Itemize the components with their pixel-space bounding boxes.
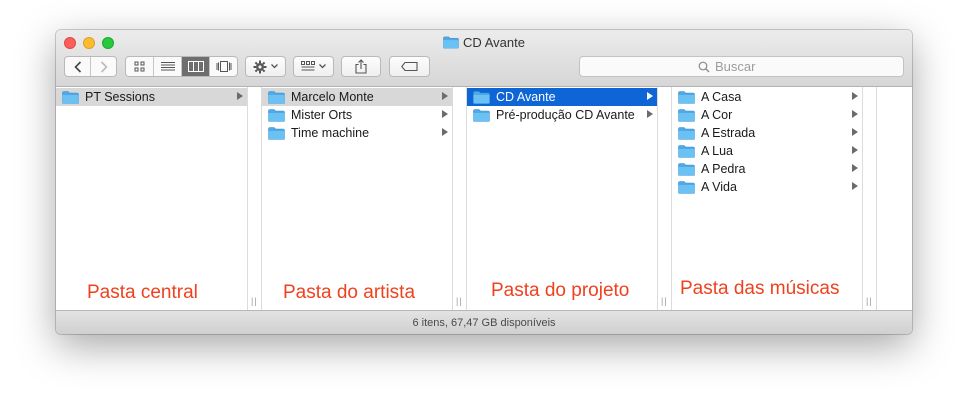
- folder-icon: [678, 163, 695, 176]
- search-input[interactable]: [715, 59, 785, 74]
- column-3: CD Avante Pré-produção CD Avante Pasta d…: [467, 87, 658, 310]
- column-browser: PT Sessions Pasta central || Marcelo Mon…: [56, 87, 912, 310]
- list-item-selected[interactable]: CD Avante: [467, 88, 657, 106]
- list-item[interactable]: Time machine: [262, 124, 452, 142]
- column-caption: Pasta das músicas: [680, 278, 840, 299]
- list-item[interactable]: Pré-produção CD Avante: [467, 106, 657, 124]
- list-view-button[interactable]: [154, 57, 182, 76]
- list-item[interactable]: A Lua: [672, 142, 862, 160]
- disclosure-arrow-icon: [647, 92, 653, 100]
- folder-icon: [268, 127, 285, 140]
- column-resize-handle[interactable]: ||: [248, 87, 262, 310]
- list-item[interactable]: Marcelo Monte: [262, 88, 452, 106]
- list-item[interactable]: A Estrada: [672, 124, 862, 142]
- window-title: CD Avante: [56, 35, 912, 51]
- forward-chevron-icon: [100, 60, 108, 73]
- resize-grip-icon: ||: [866, 296, 873, 306]
- list-item[interactable]: Mister Orts: [262, 106, 452, 124]
- disclosure-arrow-icon: [647, 110, 653, 118]
- search-field[interactable]: [579, 56, 904, 77]
- folder-icon: [268, 109, 285, 122]
- column-1: PT Sessions Pasta central: [56, 87, 248, 310]
- folder-icon: [443, 36, 459, 49]
- disclosure-arrow-icon: [442, 128, 448, 136]
- resize-grip-icon: ||: [456, 296, 463, 306]
- item-label: A Vida: [701, 180, 737, 194]
- disclosure-arrow-icon: [852, 164, 858, 172]
- status-text: 6 itens, 67,47 GB disponíveis: [412, 317, 556, 329]
- search-icon: [698, 61, 710, 72]
- folder-icon: [473, 91, 490, 104]
- item-label: A Lua: [701, 144, 733, 158]
- column-caption: Pasta do artista: [283, 282, 416, 303]
- resize-grip-icon: ||: [661, 296, 668, 306]
- item-label: A Pedra: [701, 162, 746, 176]
- disclosure-arrow-icon: [852, 146, 858, 154]
- back-button[interactable]: [65, 57, 91, 76]
- folder-icon: [473, 109, 490, 122]
- chevron-down-icon: [319, 64, 326, 69]
- share-icon: [355, 59, 367, 74]
- column-view-icon: [187, 61, 204, 72]
- disclosure-arrow-icon: [237, 92, 243, 100]
- folder-icon: [678, 127, 695, 140]
- column-caption: Pasta central: [87, 282, 198, 303]
- disclosure-arrow-icon: [852, 128, 858, 136]
- finder-window: CD Avante Buscar PT Sessions Pasta centr…: [56, 30, 912, 334]
- item-label: Mister Orts: [291, 108, 353, 122]
- list-item[interactable]: A Casa: [672, 88, 862, 106]
- view-mode-selector: [125, 56, 238, 77]
- item-label: A Estrada: [701, 126, 756, 140]
- arrange-icon: [301, 61, 315, 71]
- column-4: A Casa A Cor A Estrada A Lua A Pedra A V…: [672, 87, 863, 310]
- list-view-icon: [160, 62, 175, 71]
- folder-icon: [268, 91, 285, 104]
- list-item[interactable]: PT Sessions: [56, 88, 247, 106]
- folder-icon: [678, 145, 695, 158]
- item-label: CD Avante: [496, 90, 556, 104]
- column-view-button[interactable]: [182, 57, 210, 76]
- cover-flow-icon: [216, 61, 231, 72]
- gear-icon: [253, 60, 267, 73]
- disclosure-arrow-icon: [442, 92, 448, 100]
- list-item[interactable]: A Vida: [672, 178, 862, 196]
- tag-button[interactable]: [389, 56, 430, 77]
- folder-icon: [678, 181, 695, 194]
- list-item[interactable]: A Pedra: [672, 160, 862, 178]
- column-resize-handle[interactable]: ||: [863, 87, 877, 310]
- item-label: A Cor: [701, 108, 733, 122]
- item-label: Marcelo Monte: [291, 90, 374, 104]
- disclosure-arrow-icon: [852, 92, 858, 100]
- disclosure-arrow-icon: [852, 110, 858, 118]
- forward-button[interactable]: [91, 57, 116, 76]
- arrange-button[interactable]: [293, 56, 334, 77]
- action-button[interactable]: [245, 56, 286, 77]
- share-button[interactable]: [341, 56, 381, 77]
- column-resize-handle[interactable]: ||: [453, 87, 467, 310]
- cover-flow-button[interactable]: [210, 57, 237, 76]
- column-caption: Pasta do projeto: [491, 280, 630, 301]
- column-resize-handle[interactable]: ||: [658, 87, 672, 310]
- icon-view-icon: [134, 61, 145, 72]
- item-label: A Casa: [701, 90, 742, 104]
- icon-view-button[interactable]: [126, 57, 154, 76]
- tag-icon: [401, 62, 418, 71]
- item-label: Pré-produção CD Avante: [496, 108, 635, 122]
- folder-icon: [62, 91, 79, 104]
- column-2: Marcelo Monte Mister Orts Time machine P…: [262, 87, 453, 310]
- toolbar: CD Avante: [56, 30, 912, 87]
- back-chevron-icon: [73, 60, 81, 73]
- folder-icon: [678, 91, 695, 104]
- item-label: Time machine: [291, 126, 370, 140]
- window-title-text: CD Avante: [463, 35, 525, 50]
- disclosure-arrow-icon: [442, 110, 448, 118]
- nav-buttons: [64, 56, 117, 77]
- resize-grip-icon: ||: [251, 296, 258, 306]
- list-item[interactable]: A Cor: [672, 106, 862, 124]
- item-label: PT Sessions: [85, 90, 155, 104]
- chevron-down-icon: [271, 64, 278, 69]
- disclosure-arrow-icon: [852, 182, 858, 190]
- status-bar: 6 itens, 67,47 GB disponíveis: [56, 310, 912, 334]
- folder-icon: [678, 109, 695, 122]
